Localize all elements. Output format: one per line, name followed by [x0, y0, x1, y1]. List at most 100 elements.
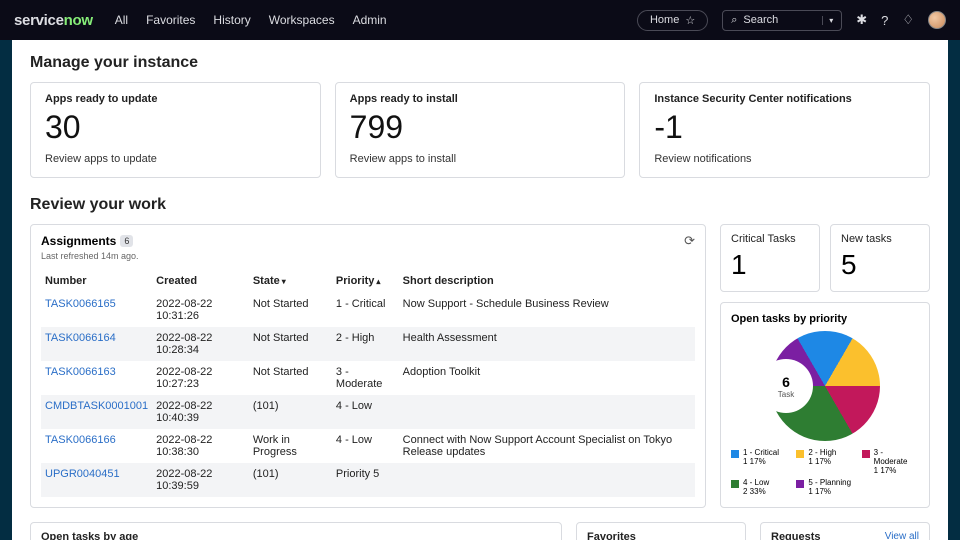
card-title: Apps ready to update — [45, 93, 306, 105]
cell-priority: 4 - Low — [332, 429, 399, 463]
side-column: Critical Tasks 1 New tasks 5 Open tasks … — [720, 224, 930, 508]
nav-all[interactable]: All — [115, 13, 128, 27]
legend-label: 2 - High1 17% — [808, 449, 836, 467]
work-row: Assignments 6 ⟳ Last refreshed 14m ago. … — [30, 224, 930, 508]
cell-priority: 4 - Low — [332, 395, 399, 429]
cell-desc: Adoption Toolkit — [399, 361, 695, 395]
assignments-panel: Assignments 6 ⟳ Last refreshed 14m ago. … — [30, 224, 706, 508]
cell-created: 2022-08-22 10:28:34 — [152, 327, 249, 361]
task-link[interactable]: TASK0066165 — [41, 293, 152, 327]
cell-created: 2022-08-22 10:39:59 — [152, 463, 249, 497]
card-critical-tasks[interactable]: Critical Tasks 1 — [720, 224, 820, 292]
card-title: Apps ready to install — [350, 93, 611, 105]
card-value: -1 — [654, 111, 915, 143]
assignments-count-badge: 6 — [120, 235, 133, 247]
card-subtext: Review apps to install — [350, 153, 611, 165]
search-icon: ⌕ — [731, 14, 737, 27]
card-value: 30 — [45, 111, 306, 143]
card-apps-install[interactable]: Apps ready to install 799 Review apps to… — [335, 82, 626, 178]
table-row[interactable]: CMDBTASK00010012022-08-22 10:40:39(101)4… — [41, 395, 695, 429]
donut-center-value: 6 — [782, 374, 790, 390]
task-link[interactable]: CMDBTASK0001001 — [41, 395, 152, 429]
brand-logo[interactable]: servicenow — [14, 12, 93, 29]
search-placeholder: Search — [743, 14, 778, 26]
view-all-link[interactable]: View all — [885, 531, 919, 540]
cell-priority: Priority 5 — [332, 463, 399, 497]
chart-legend: 1 - Critical1 17% 2 - High1 17% 3 - Modera… — [731, 449, 919, 497]
card-favorites[interactable]: Favorites — [576, 522, 746, 540]
legend-item[interactable]: 4 - Low2 33% — [731, 479, 788, 497]
cell-created: 2022-08-22 10:38:30 — [152, 429, 249, 463]
cell-state: Work in Progress — [249, 429, 332, 463]
task-link[interactable]: TASK0066164 — [41, 327, 152, 361]
card-value: 1 — [731, 249, 809, 281]
cell-state: (101) — [249, 463, 332, 497]
card-title: Requests — [771, 531, 821, 540]
card-subtext: Review notifications — [654, 153, 915, 165]
cell-state: Not Started — [249, 327, 332, 361]
task-link[interactable]: UPGR0040451 — [41, 463, 152, 497]
col-priority[interactable]: Priority▴ — [332, 269, 399, 293]
refresh-icon[interactable]: ⟳ — [684, 233, 695, 249]
legend-item[interactable]: 1 - Critical1 17% — [731, 449, 788, 475]
col-created[interactable]: Created — [152, 269, 249, 293]
nav-admin[interactable]: Admin — [353, 13, 387, 27]
legend-swatch — [731, 480, 739, 488]
table-row[interactable]: UPGR00404512022-08-22 10:39:59(101)Prior… — [41, 463, 695, 497]
cell-created: 2022-08-22 10:31:26 — [152, 293, 249, 327]
cell-desc — [399, 395, 695, 429]
cell-priority: 1 - Critical — [332, 293, 399, 327]
avatar[interactable] — [928, 11, 946, 29]
card-value: 799 — [350, 111, 611, 143]
topbar-icons: ✱ ? ♢ — [856, 11, 946, 29]
global-search[interactable]: ⌕ Search ▾ — [722, 10, 842, 31]
card-value: 5 — [841, 249, 919, 281]
cell-state: Not Started — [249, 293, 332, 327]
legend-item[interactable]: 5 - Planning1 17% — [796, 479, 853, 497]
card-open-tasks-by-age[interactable]: Open tasks by age — [30, 522, 562, 540]
task-link[interactable]: TASK0066163 — [41, 361, 152, 395]
donut-center-label: Task — [778, 390, 794, 399]
card-apps-update[interactable]: Apps ready to update 30 Review apps to u… — [30, 82, 321, 178]
chevron-down-icon: ▾ — [282, 277, 286, 286]
cell-desc — [399, 463, 695, 497]
col-state[interactable]: State▾ — [249, 269, 332, 293]
legend-item[interactable]: 2 - High1 17% — [796, 449, 853, 475]
cell-priority: 3 - Moderate — [332, 361, 399, 395]
cell-created: 2022-08-22 10:27:23 — [152, 361, 249, 395]
help-icon[interactable]: ? — [881, 13, 888, 28]
home-pill[interactable]: Home☆ — [637, 10, 708, 31]
cell-state: Not Started — [249, 361, 332, 395]
nav-favorites[interactable]: Favorites — [146, 13, 195, 27]
cell-created: 2022-08-22 10:40:39 — [152, 395, 249, 429]
chevron-down-icon[interactable]: ▾ — [822, 16, 833, 25]
legend-label: 5 - Planning1 17% — [808, 479, 851, 497]
global-topbar: servicenow All Favorites History Workspa… — [0, 0, 960, 40]
cell-priority: 2 - High — [332, 327, 399, 361]
table-row[interactable]: TASK00661662022-08-22 10:38:30Work in Pr… — [41, 429, 695, 463]
primary-nav: All Favorites History Workspaces Admin — [115, 13, 387, 27]
card-new-tasks[interactable]: New tasks 5 — [830, 224, 930, 292]
table-row[interactable]: TASK00661632022-08-22 10:27:23Not Starte… — [41, 361, 695, 395]
legend-label: 1 - Critical1 17% — [743, 449, 779, 467]
col-number[interactable]: Number — [41, 269, 152, 293]
nav-workspaces[interactable]: Workspaces — [269, 13, 335, 27]
cell-desc: Now Support - Schedule Business Review — [399, 293, 695, 327]
col-desc[interactable]: Short description — [399, 269, 695, 293]
card-requests[interactable]: Requests View all — [760, 522, 930, 540]
card-security-notifications[interactable]: Instance Security Center notifications -… — [639, 82, 930, 178]
nav-history[interactable]: History — [213, 13, 250, 27]
bell-icon[interactable]: ♢ — [902, 12, 914, 28]
star-icon: ☆ — [685, 14, 695, 27]
manage-cards-row: Apps ready to update 30 Review apps to u… — [30, 82, 930, 178]
table-row[interactable]: TASK00661642022-08-22 10:28:34Not Starte… — [41, 327, 695, 361]
table-row[interactable]: TASK00661652022-08-22 10:31:26Not Starte… — [41, 293, 695, 327]
task-link[interactable]: TASK0066166 — [41, 429, 152, 463]
page-content: Manage your instance Apps ready to updat… — [12, 40, 948, 540]
globe-icon[interactable]: ✱ — [856, 12, 867, 28]
legend-label: 3 - Moderate1 17% — [874, 449, 919, 475]
legend-swatch — [796, 480, 804, 488]
assignments-table: Number Created State▾ Priority▴ Short de… — [41, 269, 695, 497]
legend-item[interactable]: 3 - Moderate1 17% — [862, 449, 919, 475]
legend-swatch — [796, 450, 804, 458]
